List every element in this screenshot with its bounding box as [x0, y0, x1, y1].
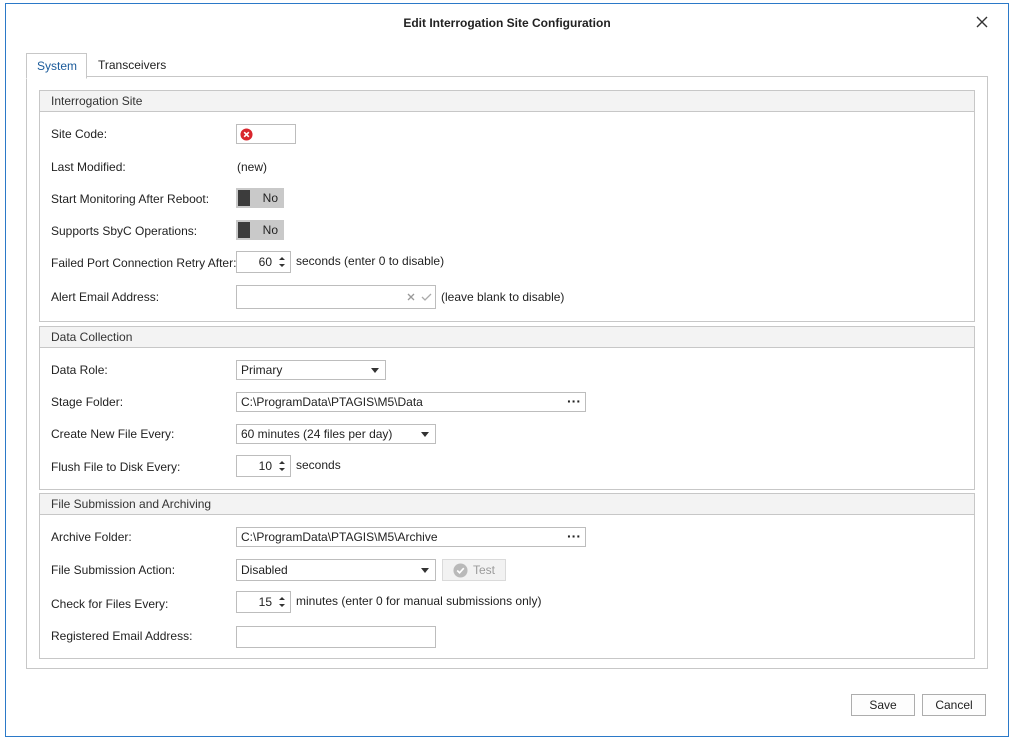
stage-folder-input[interactable]: C:\ProgramData\PTAGIS\M5\Data ···	[236, 392, 586, 412]
check-files-suffix: minutes (enter 0 for manual submissions …	[296, 594, 542, 608]
tab-panel-system: Interrogation Site Site Code: Last Modif…	[26, 76, 988, 669]
cancel-button[interactable]: Cancel	[922, 694, 986, 716]
group-interrogation-site: Interrogation Site Site Code: Last Modif…	[39, 90, 975, 322]
browse-ellipsis-icon[interactable]: ···	[567, 393, 581, 409]
chevron-down-icon	[421, 432, 429, 437]
check-icon[interactable]	[421, 292, 432, 302]
retry-value: 60	[258, 255, 272, 269]
archive-folder-label: Archive Folder:	[51, 530, 132, 544]
test-label: Test	[473, 563, 496, 577]
tab-system[interactable]: System	[26, 53, 87, 79]
check-circle-icon	[453, 563, 468, 578]
group-header: File Submission and Archiving	[40, 494, 974, 515]
data-role-value: Primary	[241, 363, 283, 377]
alert-email-label: Alert Email Address:	[51, 290, 160, 304]
registered-email-label: Registered Email Address:	[51, 629, 193, 643]
check-files-spinner[interactable]: 15	[236, 591, 291, 613]
retry-label: Failed Port Connection Retry After:	[51, 256, 237, 270]
toggle-state: No	[262, 191, 278, 205]
group-header: Interrogation Site	[40, 91, 974, 112]
check-files-label: Check for Files Every:	[51, 597, 169, 611]
flush-suffix: seconds	[296, 458, 341, 472]
new-file-label: Create New File Every:	[51, 427, 175, 441]
chevron-down-icon	[371, 368, 379, 373]
toggle-state: No	[262, 223, 278, 237]
test-button[interactable]: Test	[442, 559, 506, 581]
stage-folder-label: Stage Folder:	[51, 395, 124, 409]
archive-folder-value: C:\ProgramData\PTAGIS\M5\Archive	[241, 530, 438, 544]
group-data-collection: Data Collection Data Role: Primary Stage…	[39, 326, 975, 490]
flush-spinner[interactable]: 10	[236, 455, 291, 477]
registered-email-input[interactable]	[236, 626, 436, 648]
start-monitoring-toggle[interactable]: No	[236, 188, 284, 208]
group-file-submission: File Submission and Archiving Archive Fo…	[39, 493, 975, 659]
retry-spinner[interactable]: 60	[236, 251, 291, 273]
chevron-down-icon	[421, 568, 429, 573]
spinner-arrows-icon[interactable]	[277, 254, 287, 270]
data-role-select[interactable]: Primary	[236, 360, 386, 380]
flush-value: 10	[258, 459, 272, 473]
group-header: Data Collection	[40, 327, 974, 348]
site-code-input[interactable]	[236, 124, 296, 144]
start-monitoring-label: Start Monitoring After Reboot:	[51, 192, 210, 206]
toggle-knob	[238, 222, 250, 238]
error-icon	[240, 128, 253, 141]
stage-folder-value: C:\ProgramData\PTAGIS\M5\Data	[241, 395, 423, 409]
last-modified-label: Last Modified:	[51, 160, 126, 174]
submission-action-value: Disabled	[241, 563, 288, 577]
close-icon[interactable]	[974, 14, 990, 30]
spinner-arrows-icon[interactable]	[277, 594, 287, 610]
submission-action-select[interactable]: Disabled	[236, 559, 436, 581]
tab-transceivers[interactable]: Transceivers	[88, 53, 176, 77]
toggle-knob	[238, 190, 250, 206]
alert-email-suffix: (leave blank to disable)	[441, 290, 565, 304]
flush-label: Flush File to Disk Every:	[51, 460, 181, 474]
new-file-select[interactable]: 60 minutes (24 files per day)	[236, 424, 436, 444]
save-button[interactable]: Save	[851, 694, 915, 716]
archive-folder-input[interactable]: C:\ProgramData\PTAGIS\M5\Archive ···	[236, 527, 586, 547]
spinner-arrows-icon[interactable]	[277, 458, 287, 474]
site-code-label: Site Code:	[51, 127, 108, 141]
supports-sbyc-toggle[interactable]: No	[236, 220, 284, 240]
submission-action-label: File Submission Action:	[51, 563, 176, 577]
data-role-label: Data Role:	[51, 363, 108, 377]
supports-sbyc-label: Supports SbyC Operations:	[51, 224, 198, 238]
clear-icon[interactable]	[406, 292, 416, 302]
new-file-value: 60 minutes (24 files per day)	[241, 427, 393, 441]
browse-ellipsis-icon[interactable]: ···	[567, 528, 581, 544]
check-files-value: 15	[258, 595, 272, 609]
dialog-title: Edit Interrogation Site Configuration	[403, 16, 611, 30]
retry-suffix: seconds (enter 0 to disable)	[296, 254, 445, 268]
last-modified-value: (new)	[237, 160, 268, 174]
dialog-window: Edit Interrogation Site Configuration Sy…	[5, 3, 1009, 737]
